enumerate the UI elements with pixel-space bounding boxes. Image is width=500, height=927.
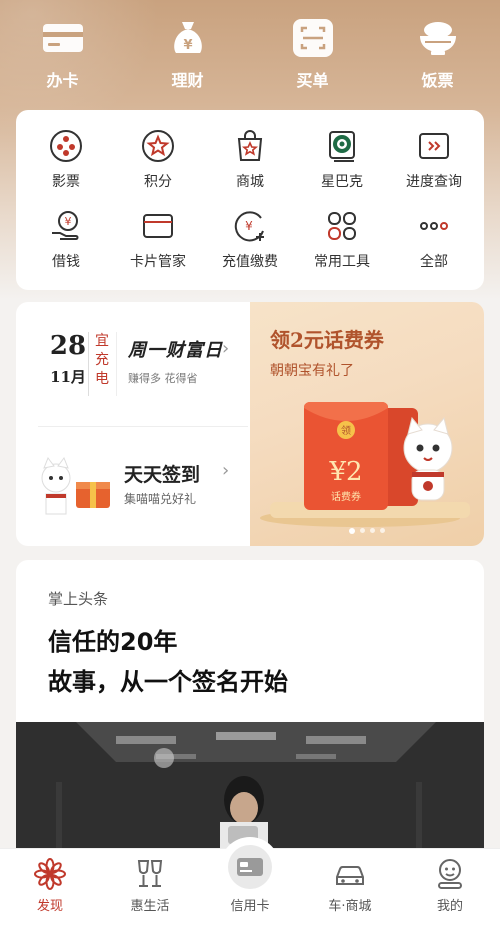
- top-shortcuts: 办卡 ¥ 理财 买单 饭票: [0, 18, 500, 98]
- svg-text:¥: ¥: [245, 219, 253, 233]
- tab-discover[interactable]: 发现: [0, 849, 100, 914]
- shopping-bag-icon: [232, 128, 268, 164]
- card-icon: [41, 18, 85, 58]
- red-envelope-coupon-illustration: 领 ¥2 话费券: [260, 401, 470, 527]
- credit-card-icon: [226, 843, 274, 891]
- scan-icon: [291, 18, 335, 58]
- service-movie-ticket[interactable]: 影票: [20, 122, 112, 202]
- tools-icon: [324, 208, 360, 244]
- service-loan[interactable]: ¥ 借钱: [20, 202, 112, 282]
- film-reel-icon: [48, 128, 84, 164]
- money-bag-icon: ¥: [166, 18, 210, 58]
- tab-credit-card[interactable]: 信用卡: [200, 843, 300, 914]
- news-title-line: 信任的20年: [48, 628, 178, 656]
- shortcut-meal-ticket[interactable]: 饭票: [383, 18, 493, 98]
- carousel-indicator: [250, 528, 484, 534]
- service-mall[interactable]: 商城: [204, 122, 296, 202]
- profile-icon: [433, 857, 467, 891]
- fortune-day-subtitle: 赚得多 花得省: [128, 372, 198, 385]
- divider: [116, 332, 117, 396]
- tab-lifestyle[interactable]: 惠生活: [100, 849, 200, 914]
- divider: [38, 426, 248, 427]
- tab-label: 我的: [436, 899, 463, 914]
- divider: [88, 332, 89, 396]
- news-title: 信任的20年 故事，从一个签名开始: [48, 622, 468, 702]
- coupon-amount: ¥2: [328, 457, 362, 487]
- starbucks-icon: [324, 128, 360, 164]
- svg-text:¥: ¥: [65, 215, 72, 228]
- envelope-badge: 领: [341, 424, 351, 437]
- shortcut-label: 办卡: [46, 71, 79, 90]
- service-label: 卡片管家: [130, 254, 186, 270]
- calendar-date: 28 11月: [38, 332, 98, 387]
- service-label: 影票: [52, 174, 80, 190]
- card-manager-icon: [140, 208, 176, 244]
- service-all[interactable]: 全部: [388, 202, 480, 282]
- recharge-icon: ¥: [232, 208, 268, 244]
- chevron-right-icon: ›: [222, 460, 230, 481]
- tab-label: 信用卡: [230, 899, 270, 914]
- service-label: 借钱: [52, 254, 80, 270]
- date-day: 28: [49, 331, 87, 361]
- shortcut-label: 买单: [296, 71, 329, 90]
- coupon-label: 话费券: [331, 490, 361, 503]
- progress-icon: [416, 128, 452, 164]
- discover-flower-icon: [33, 857, 67, 891]
- tab-label: 惠生活: [130, 899, 170, 914]
- news-title-line: 故事，从一个签名开始: [48, 668, 288, 696]
- svg-text:¥: ¥: [183, 38, 192, 53]
- banner-subtitle: 朝朝宝有礼了: [270, 363, 354, 379]
- loan-icon: ¥: [48, 208, 84, 244]
- promo-card: 28 11月 宜充电 周一财富日 赚得多 花得省 › 天天签到 集喵喵兑好礼 ›…: [16, 302, 484, 546]
- service-label: 进度查询: [406, 174, 462, 190]
- headline-news-card[interactable]: 掌上头条 信任的20年 故事，从一个签名开始: [16, 560, 484, 860]
- fortune-day-title: 周一财富日: [128, 340, 223, 361]
- sign-in-title: 天天签到: [124, 464, 201, 486]
- tab-label: 发现: [36, 899, 63, 914]
- service-label: 充值缴费: [222, 254, 278, 270]
- service-label: 星巴克: [321, 174, 363, 190]
- shortcut-apply-card[interactable]: 办卡: [8, 18, 118, 98]
- fortune-day-entry[interactable]: 28 11月 宜充电 周一财富日 赚得多 花得省 ›: [16, 302, 250, 426]
- rice-bowl-icon: [416, 18, 460, 58]
- service-label: 商城: [236, 174, 264, 190]
- service-label: 全部: [420, 254, 448, 270]
- news-photo: [16, 722, 484, 860]
- service-starbucks[interactable]: 星巴克: [296, 122, 388, 202]
- points-star-icon: [140, 128, 176, 164]
- service-card-manager[interactable]: 卡片管家: [112, 202, 204, 282]
- shortcut-label: 饭票: [421, 71, 454, 90]
- more-dots-icon: [416, 208, 452, 244]
- service-tools[interactable]: 常用工具: [296, 202, 388, 282]
- tab-car-mall[interactable]: 车·商城: [300, 849, 400, 914]
- service-label: 常用工具: [314, 254, 370, 270]
- news-source: 掌上头条: [48, 590, 109, 608]
- tab-label: 车·商城: [328, 899, 372, 914]
- banner-title: 领2元话费券: [270, 328, 384, 352]
- chevron-right-icon: ›: [222, 338, 230, 359]
- carousel-dot: [370, 528, 375, 533]
- cheers-icon: [133, 857, 167, 891]
- service-points[interactable]: 积分: [112, 122, 204, 202]
- carousel-dot: [349, 528, 355, 534]
- daily-sign-in-entry[interactable]: 天天签到 集喵喵兑好礼 ›: [16, 428, 250, 546]
- phone-bill-coupon-banner[interactable]: 领2元话费券 朝朝宝有礼了 领 ¥2 话费券: [250, 302, 484, 546]
- service-progress-query[interactable]: 进度查询: [388, 122, 480, 202]
- bottom-tab-bar: 发现 惠生活 信用卡 车·商城 我的: [0, 843, 500, 927]
- carousel-dot: [380, 528, 385, 533]
- shortcut-label: 理财: [171, 71, 204, 90]
- shortcut-wealth[interactable]: ¥ 理财: [133, 18, 243, 98]
- car-icon: [333, 857, 367, 891]
- service-label: 积分: [144, 174, 172, 190]
- service-recharge[interactable]: ¥ 充值缴费: [204, 202, 296, 282]
- cat-mascot-gift-icon: [36, 452, 120, 522]
- services-card: 影票 积分 商城 星巴克 进度查询 ¥ 借钱 卡片管家 ¥ 充值缴费 常用工具 …: [16, 110, 484, 290]
- sign-in-subtitle: 集喵喵兑好礼: [124, 492, 197, 506]
- carousel-dot: [360, 528, 365, 533]
- almanac-text: 宜充电: [95, 333, 109, 387]
- date-month: 11月: [50, 368, 86, 386]
- shortcut-pay[interactable]: 买单: [258, 18, 368, 98]
- tab-profile[interactable]: 我的: [400, 849, 500, 914]
